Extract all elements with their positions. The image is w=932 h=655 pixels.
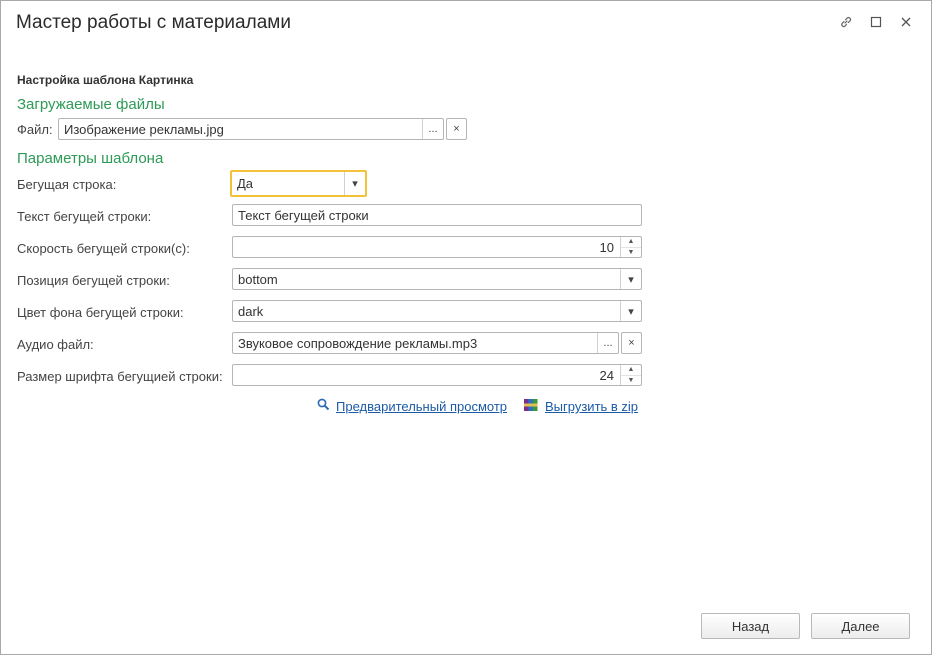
archive-icon	[523, 398, 539, 415]
file-clear-button[interactable]: ×	[446, 118, 467, 140]
ticker-select[interactable]: Да ▾	[230, 170, 367, 197]
ticker-text-input[interactable]: Текст бегущей строки	[232, 204, 642, 226]
file-value: Изображение рекламы.jpg	[64, 121, 224, 137]
next-button[interactable]: Далее	[811, 613, 910, 639]
close-icon[interactable]	[896, 12, 916, 32]
preview-link[interactable]: Предварительный просмотр	[317, 398, 507, 414]
bgcolor-select[interactable]: dark ▾	[232, 300, 642, 322]
spin-up-icon[interactable]: ▲	[621, 365, 641, 376]
chevron-down-icon[interactable]: ▾	[620, 301, 641, 321]
audio-clear-button[interactable]: ×	[621, 332, 642, 354]
bgcolor-value: dark	[238, 303, 264, 319]
wizard-window: Мастер работы с материалами Настройка ша…	[0, 0, 932, 655]
fontsize-stepper[interactable]: 24 ▲ ▼	[232, 364, 642, 386]
position-value: bottom	[238, 271, 278, 287]
window-title: Мастер работы с материалами	[16, 12, 291, 33]
back-button[interactable]: Назад	[701, 613, 800, 639]
audio-field[interactable]: Звуковое сопровождение рекламы.mp3 ...	[232, 332, 619, 354]
fontsize-value: 24	[599, 367, 614, 383]
chevron-down-icon[interactable]: ▾	[344, 172, 365, 195]
ticker-label: Бегущая строка:	[17, 177, 117, 192]
fontsize-label: Размер шрифта бегущией строки:	[17, 369, 223, 384]
audio-browse-button[interactable]: ...	[597, 333, 618, 353]
maximize-icon[interactable]	[866, 12, 886, 32]
file-field[interactable]: Изображение рекламы.jpg ...	[58, 118, 444, 140]
spin-up-icon[interactable]: ▲	[621, 237, 641, 248]
position-select[interactable]: bottom ▾	[232, 268, 642, 290]
spin-down-icon[interactable]: ▼	[621, 248, 641, 258]
ticker-value: Да	[237, 176, 254, 191]
link-icon[interactable]	[836, 12, 856, 32]
speed-stepper[interactable]: 10 ▲ ▼	[232, 236, 642, 258]
position-label: Позиция бегущей строки:	[17, 273, 170, 288]
params-group-title: Параметры шаблона	[17, 150, 164, 167]
audio-value: Звуковое сопровождение рекламы.mp3	[238, 335, 478, 351]
bgcolor-label: Цвет фона бегущей строки:	[17, 305, 184, 320]
file-browse-button[interactable]: ...	[422, 119, 443, 139]
preview-link-label: Предварительный просмотр	[336, 398, 508, 414]
speed-value: 10	[599, 239, 614, 255]
search-icon	[317, 398, 330, 414]
ticker-text-label: Текст бегущей строки:	[17, 209, 152, 224]
export-zip-link[interactable]: Выгрузить в zip	[523, 398, 638, 415]
export-zip-link-label: Выгрузить в zip	[545, 399, 639, 414]
spin-down-icon[interactable]: ▼	[621, 376, 641, 386]
speed-spin[interactable]: ▲ ▼	[620, 237, 641, 257]
files-group-title: Загружаемые файлы	[17, 96, 165, 113]
section-title: Настройка шаблона Картинка	[17, 73, 194, 87]
fontsize-spin[interactable]: ▲ ▼	[620, 365, 641, 385]
audio-label: Аудио файл:	[17, 337, 94, 352]
ticker-text-value: Текст бегущей строки	[238, 207, 369, 223]
chevron-down-icon[interactable]: ▾	[620, 269, 641, 289]
speed-label: Скорость бегущей строки(с):	[17, 241, 190, 256]
file-label: Файл:	[17, 122, 53, 137]
